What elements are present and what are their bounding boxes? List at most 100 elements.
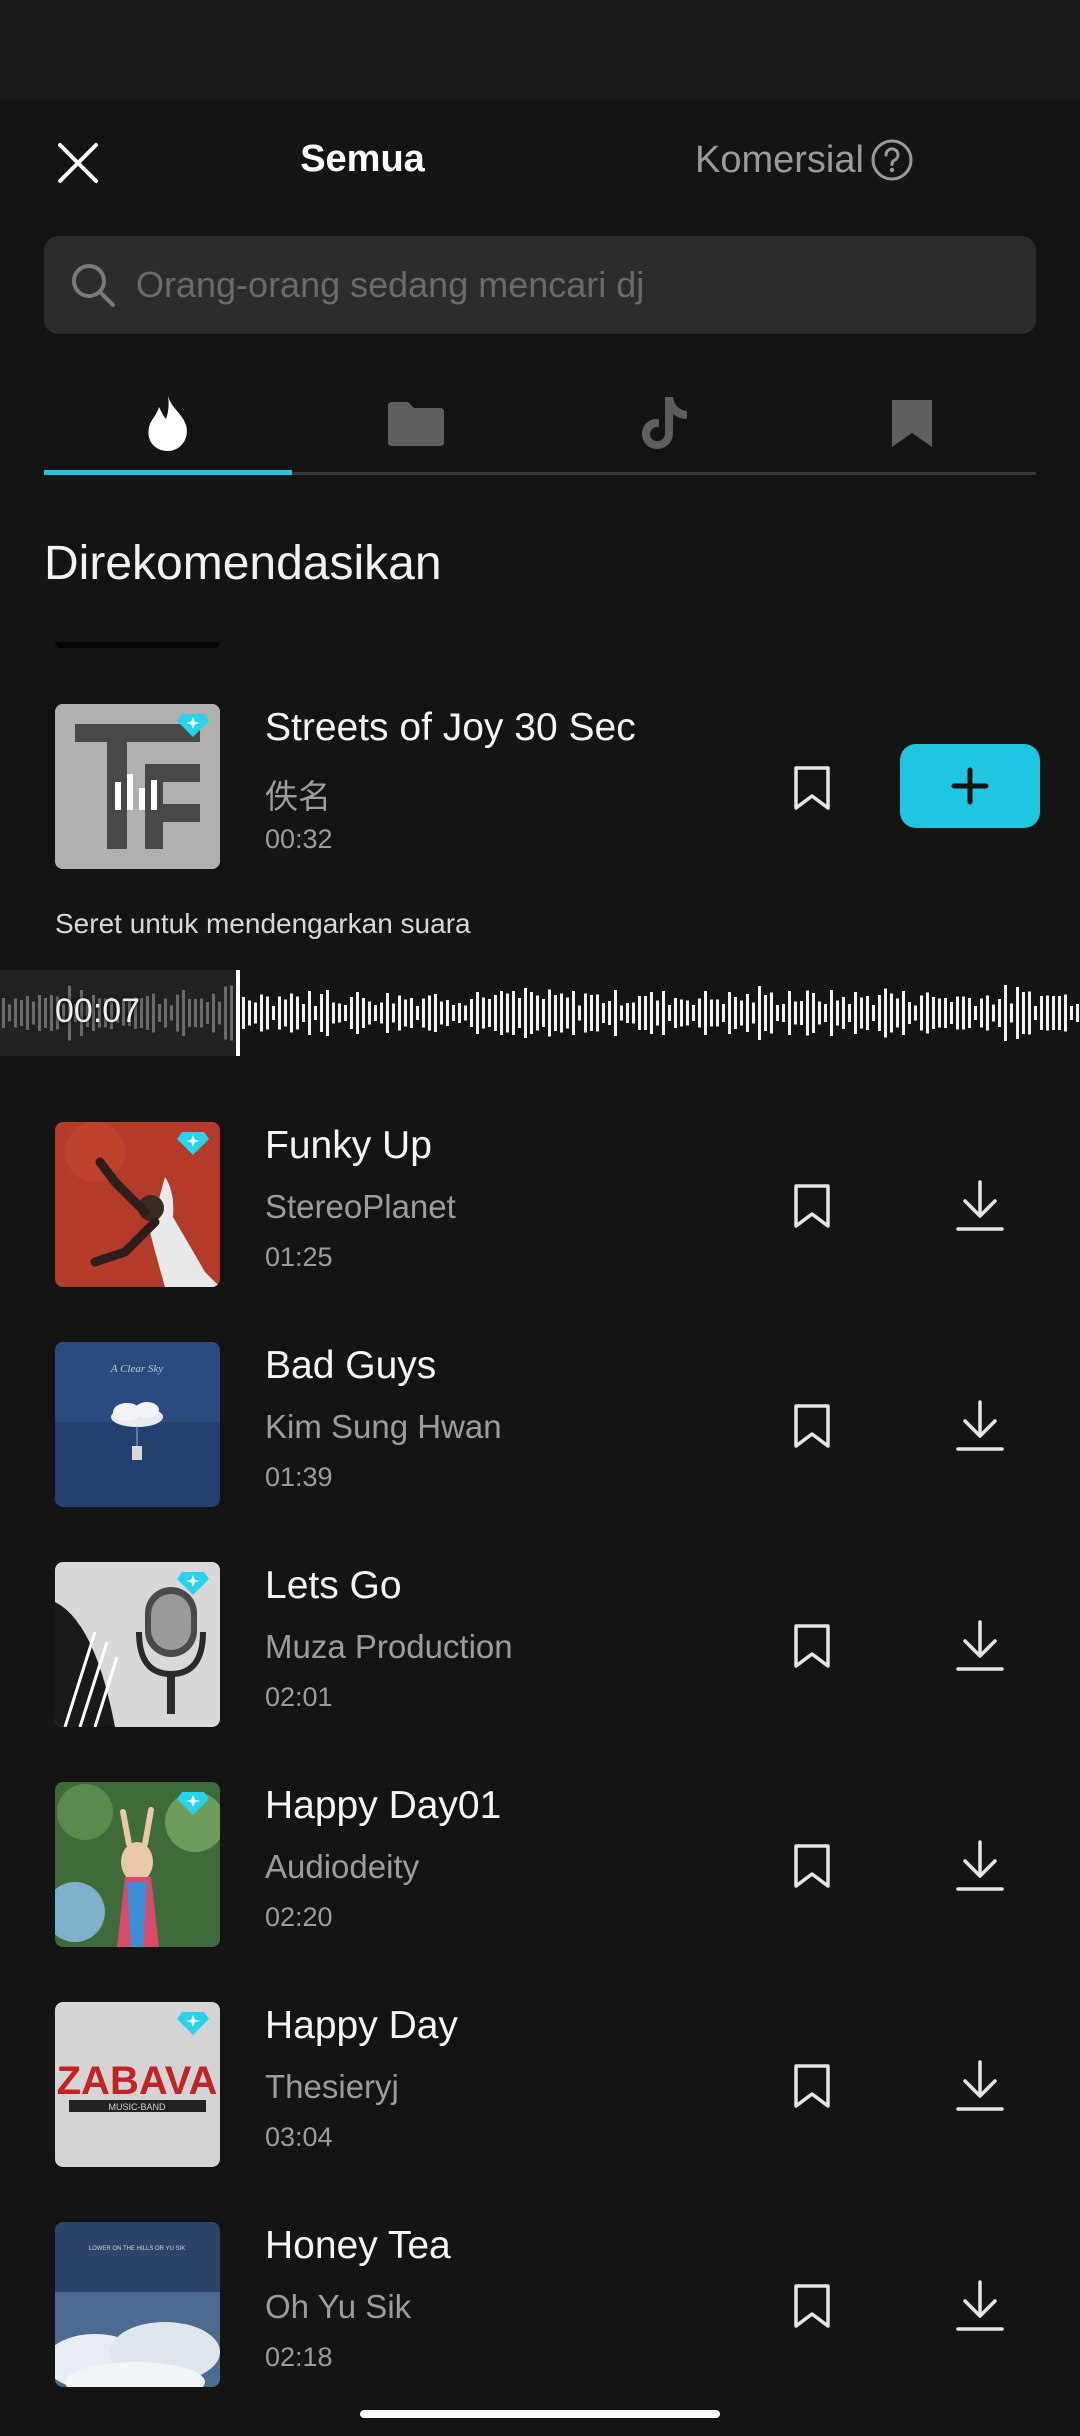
waveform-bar: [974, 1006, 977, 1020]
download-button[interactable]: [952, 2057, 1008, 2115]
search-bar[interactable]: [44, 236, 1036, 334]
waveform-bar: [38, 995, 41, 1031]
waveform-bar: [632, 1002, 635, 1024]
waveform-bar: [1076, 1004, 1079, 1022]
playhead-handle[interactable]: [236, 970, 240, 1056]
waveform-bar: [914, 1005, 917, 1021]
song-row[interactable]: A Clear Sky Bad Guys Kim Sung Hwan 01:39: [0, 1342, 1080, 1512]
download-button[interactable]: [952, 2277, 1008, 2335]
waveform-bar: [254, 1002, 257, 1024]
song-row[interactable]: ZABAVA MUSIC-BAND Happy Day Thesieryj 03…: [0, 2002, 1080, 2172]
waveform-bar: [992, 1004, 995, 1022]
waveform-bar: [326, 990, 329, 1036]
waveform-bar: [578, 1005, 581, 1021]
waveform-bar: [968, 998, 971, 1028]
cover-artwork: A Clear Sky: [55, 1342, 220, 1507]
waveform-bar: [224, 986, 227, 1040]
waveform-bar: [956, 996, 959, 1030]
waveform-bar: [170, 1005, 173, 1021]
waveform-bar: [872, 1005, 875, 1021]
waveform-bar: [536, 995, 539, 1031]
song-duration: 02:18: [265, 2342, 333, 2372]
audio-waveform-scrubber[interactable]: 00:07: [0, 970, 1080, 1056]
premium-gem-icon: [177, 714, 209, 737]
waveform-bar: [8, 1004, 11, 1022]
waveform-bar: [374, 1005, 377, 1021]
tab-trending[interactable]: [44, 370, 292, 476]
bookmark-icon: [794, 1624, 830, 1668]
waveform-bar: [836, 1000, 839, 1026]
song-row[interactable]: LOWER ON THE HILLS OR YU SIK Honey Tea O…: [0, 2222, 1080, 2392]
waveform-bar: [1022, 992, 1025, 1034]
download-icon: [956, 1840, 1004, 1891]
waveform-bar: [320, 994, 323, 1032]
waveform-bar: [812, 993, 815, 1033]
waveform-bar: [800, 1001, 803, 1025]
tab-folder[interactable]: [292, 370, 540, 476]
bookmark-button[interactable]: [788, 1399, 836, 1453]
waveform-bar: [560, 993, 563, 1033]
waveform-bar: [584, 993, 587, 1033]
waveform-bar: [674, 998, 677, 1028]
close-icon: [58, 143, 98, 183]
download-icon: [956, 2280, 1004, 2331]
download-button[interactable]: [952, 1397, 1008, 1455]
download-button[interactable]: [952, 1617, 1008, 1675]
bookmark-button[interactable]: [788, 2059, 836, 2113]
waveform-bar: [50, 995, 53, 1031]
bookmark-button[interactable]: [788, 1619, 836, 1673]
song-row[interactable]: Happy Day01 Audiodeity 02:20: [0, 1782, 1080, 1952]
waveform-bar: [332, 1002, 335, 1024]
help-icon[interactable]: [870, 138, 914, 182]
waveform-bar: [848, 1004, 851, 1022]
waveform-bar: [230, 985, 233, 1041]
song-artist: Oh Yu Sik: [265, 2288, 412, 2325]
bookmark-button[interactable]: [788, 2279, 836, 2333]
song-row[interactable]: Funky Up StereoPlanet 01:25: [0, 1122, 1080, 1292]
waveform-bar: [698, 998, 701, 1028]
search-input[interactable]: [134, 263, 998, 307]
waveform-bar: [746, 994, 749, 1032]
tab-all[interactable]: Semua: [250, 138, 475, 181]
close-button[interactable]: [50, 135, 106, 191]
song-duration: 02:01: [265, 1682, 333, 1712]
waveform-bar: [608, 1001, 611, 1025]
song-row-playing[interactable]: Streets of Joy 30 Sec 佚名 00:32: [0, 704, 1080, 874]
bookmark-button[interactable]: [788, 761, 836, 815]
waveform-bar: [470, 999, 473, 1027]
song-title: Bad Guys: [265, 1344, 437, 1387]
download-button[interactable]: [952, 1837, 1008, 1895]
tab-saved[interactable]: [788, 370, 1036, 476]
waveform-bar: [500, 991, 503, 1035]
waveform-bar: [356, 992, 359, 1034]
waveform-bar: [668, 1005, 671, 1021]
waveform-bar: [152, 993, 155, 1033]
waveform-bar: [806, 990, 809, 1036]
tab-commercial[interactable]: Komersial: [695, 135, 914, 185]
waveform-bar: [782, 1004, 785, 1022]
waveform-bar: [368, 1001, 371, 1025]
download-button[interactable]: [952, 1177, 1008, 1235]
waveform-bar: [296, 996, 299, 1030]
song-title: Funky Up: [265, 1124, 432, 1167]
waveform-bar: [158, 1004, 161, 1022]
waveform-bar: [920, 995, 923, 1031]
bookmark-button[interactable]: [788, 1179, 836, 1233]
tab-tiktok[interactable]: [540, 370, 788, 476]
waveform-bar: [422, 998, 425, 1028]
bookmark-button[interactable]: [788, 1839, 836, 1893]
bookmark-icon: [794, 1404, 830, 1448]
waveform-bar: [824, 1004, 827, 1022]
song-cover: [55, 704, 220, 869]
tiktok-icon: [642, 397, 687, 449]
song-row[interactable]: Lets Go Muza Production 02:01: [0, 1562, 1080, 1732]
bookmark-icon: [794, 2064, 830, 2108]
waveform-bar: [896, 998, 899, 1028]
add-to-project-button[interactable]: [900, 744, 1040, 828]
song-duration: 00:32: [265, 824, 333, 854]
home-indicator: [360, 2410, 720, 2418]
waveform-bar: [452, 1005, 455, 1021]
waveform-bar: [902, 991, 905, 1035]
waveform-bar: [602, 1003, 605, 1023]
waveform-bar: [740, 1000, 743, 1026]
